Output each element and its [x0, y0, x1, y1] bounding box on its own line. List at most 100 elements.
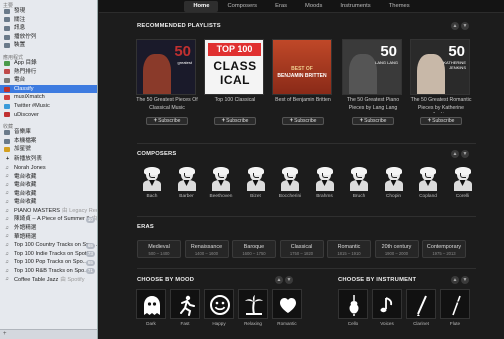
- era-button[interactable]: Baroque 1600 – 1750: [232, 240, 276, 258]
- chevron-down-icon[interactable]: ▼: [461, 150, 469, 158]
- sidebar-item[interactable]: 熱門排行: [0, 68, 97, 77]
- sidebar-item[interactable]: ♫ 華語精選: [0, 233, 97, 242]
- smiley-icon: [204, 289, 234, 319]
- composer-name: Barber: [179, 194, 194, 199]
- playlist-title[interactable]: The 50 Greatest Romantic Pieces by Kathe…: [410, 97, 472, 113]
- era-button[interactable]: Romantic 1815 – 1910: [327, 240, 371, 258]
- mood-tile[interactable]: Fast: [170, 289, 200, 326]
- subscribe-button[interactable]: +Subscribe: [282, 117, 324, 125]
- sidebar-item[interactable]: 裝置: [0, 41, 97, 50]
- sidebar-item[interactable]: ♫陳綺貞 – A Piece of Summer II由 ...10: [0, 215, 97, 224]
- subscribe-button[interactable]: +Subscribe: [352, 117, 394, 125]
- era-button[interactable]: Renaissance 1400 – 1600: [184, 240, 229, 258]
- playlist-title[interactable]: The 50 Greatest Piano Pieces by Lang Lan…: [342, 97, 404, 113]
- composer-item[interactable]: Barber: [171, 167, 203, 199]
- composer-item[interactable]: Bizet: [240, 167, 272, 199]
- sidebar-item[interactable]: ♫ 電台收藏: [0, 173, 97, 182]
- instrument-tile[interactable]: Clarinet: [406, 289, 436, 326]
- tab-home[interactable]: Home: [184, 1, 219, 12]
- mood-tile[interactable]: Happy: [204, 289, 234, 326]
- composer-item[interactable]: Beethoven: [205, 167, 237, 199]
- sidebar-item[interactable]: ♫ Coffee Table Jazz 由 Spotify: [0, 276, 97, 285]
- chevron-up-icon[interactable]: ▲: [451, 22, 459, 30]
- era-button[interactable]: Contemporary 1975 – 2013: [422, 240, 466, 258]
- chevron-up-icon[interactable]: ▲: [451, 276, 459, 284]
- sidebar-item[interactable]: ♫ 電台收藏: [0, 198, 97, 207]
- composer-item[interactable]: Chopin: [378, 167, 410, 199]
- sidebar-item[interactable]: 本機檔案: [0, 137, 97, 146]
- subscribe-button[interactable]: +Subscribe: [420, 117, 462, 125]
- playlist-card[interactable]: BEST OF BENJAMIN BRITTEN Best of Benjamin …: [272, 39, 334, 125]
- instrument-tile[interactable]: Voices: [372, 289, 402, 326]
- chevron-down-icon[interactable]: ▼: [461, 22, 469, 30]
- composer-item[interactable]: Bach: [136, 167, 168, 199]
- sidebar-item-label: App 目錄: [14, 59, 37, 66]
- sidebar-item[interactable]: ♫ 電台收藏: [0, 190, 97, 199]
- sidebar-item[interactable]: Classify: [0, 84, 97, 94]
- era-button[interactable]: Classical 1750 – 1820: [279, 240, 324, 258]
- playlist-card[interactable]: 50 KATHERINE JENKINS The 50 Greatest Roman…: [410, 39, 472, 125]
- sidebar-item[interactable]: ♫ Top 100 Country Tracks on Spo... 65: [0, 241, 97, 250]
- era-name: Renaissance: [190, 243, 223, 250]
- playlist-cover[interactable]: 50 KATHERINE JENKINS: [410, 39, 470, 95]
- sidebar-item[interactable]: 電台: [0, 76, 97, 85]
- sidebar-item[interactable]: 關注: [0, 16, 97, 25]
- composer-item[interactable]: Boccherini: [274, 167, 306, 199]
- sidebar-item[interactable]: ♫ Norah Jones: [0, 164, 97, 173]
- subscribe-button[interactable]: +Subscribe: [146, 117, 188, 125]
- playlist-cover[interactable]: TOP 100 CLASS ICAL: [204, 39, 264, 95]
- playlist-cover[interactable]: 50 LANG LANG: [342, 39, 402, 95]
- playlist-title[interactable]: Best of Benjamin Britten: [272, 97, 334, 113]
- chevron-down-icon[interactable]: ▼: [461, 276, 469, 284]
- sidebar-item[interactable]: ♫ 外語精選: [0, 224, 97, 233]
- add-icon[interactable]: +: [3, 331, 7, 337]
- sidebar-item-label: 華語精選: [14, 233, 37, 240]
- era-button[interactable]: Medieval 500 – 1400: [137, 240, 181, 258]
- playlist-title[interactable]: The 50 Greatest Pieces Of Classical Musi…: [136, 97, 198, 113]
- tab-themes[interactable]: Themes: [380, 1, 419, 12]
- playlist-card[interactable]: TOP 100 CLASS ICAL Top 100 Classical +Subsc…: [204, 39, 266, 125]
- sidebar-item[interactable]: musiXmatch: [0, 93, 97, 102]
- composer-item[interactable]: Bruch: [343, 167, 375, 199]
- sidebar-item[interactable]: App 目錄: [0, 59, 97, 68]
- sidebar-item[interactable]: 播放佇列: [0, 33, 97, 42]
- composer-name: Beethoven: [209, 194, 233, 199]
- tab-composers[interactable]: Composers: [218, 1, 266, 12]
- chevron-up-icon[interactable]: ▲: [451, 150, 459, 158]
- playlist-card[interactable]: 50 LANG LANG The 50 Greatest Piano Pieces …: [342, 39, 404, 125]
- tab-instruments[interactable]: Instruments: [331, 1, 379, 12]
- chevron-down-icon[interactable]: ▼: [285, 276, 293, 284]
- sidebar-item[interactable]: ♫ Top 100 Indie Tracks on Spotify 73: [0, 250, 97, 259]
- instrument-tile[interactable]: Cello: [338, 289, 368, 326]
- chevron-up-icon[interactable]: ▲: [275, 276, 283, 284]
- sidebar-item[interactable]: 發現: [0, 7, 97, 16]
- era-name: Baroque: [243, 243, 265, 250]
- sidebar-item[interactable]: ♫ Top 100 R&B Tracks on Spo... 71: [0, 267, 97, 276]
- composer-item[interactable]: Corelli: [447, 167, 479, 199]
- playlist-cover[interactable]: 50 greatest: [136, 39, 196, 95]
- tab-eras[interactable]: Eras: [266, 1, 296, 12]
- subscribe-button[interactable]: +Subscribe: [214, 117, 256, 125]
- composer-item[interactable]: Copland: [412, 167, 444, 199]
- sidebar-item[interactable]: 音樂庫: [0, 128, 97, 137]
- new-playlist-button[interactable]: + 新播放列表: [4, 155, 97, 163]
- composer-item[interactable]: Brahms: [309, 167, 341, 199]
- mood-tile[interactable]: Romantic: [272, 289, 302, 326]
- sidebar-item[interactable]: 訊息: [0, 24, 97, 33]
- sidebar-item[interactable]: Twitter #Music: [0, 102, 97, 111]
- composer-portrait-icon: [348, 167, 370, 191]
- playlist-card[interactable]: 50 greatest The 50 Greatest Pieces Of Clas…: [136, 39, 198, 125]
- instrument-nav: ▲ ▼: [451, 276, 471, 284]
- sidebar-item[interactable]: uDiscover: [0, 111, 97, 120]
- instrument-tile[interactable]: Flute: [440, 289, 470, 326]
- era-button[interactable]: 20th century 1900 – 2000: [374, 240, 419, 258]
- sidebar-item[interactable]: ♫ Top 100 Pop Tracks on Spo... 65: [0, 258, 97, 267]
- sidebar-item[interactable]: ♫ 電台收藏: [0, 181, 97, 190]
- sidebar-item[interactable]: 加星號: [0, 145, 97, 154]
- mood-tile[interactable]: Relaxing: [238, 289, 268, 326]
- playlist-cover[interactable]: BEST OF BENJAMIN BRITTEN: [272, 39, 332, 95]
- playlist-title[interactable]: Top 100 Classical: [204, 97, 266, 113]
- sidebar-item[interactable]: ♫ PIANO MASTERS由 Legacy Reco...: [0, 207, 97, 216]
- mood-tile[interactable]: Dark: [136, 289, 166, 326]
- tab-moods[interactable]: Moods: [296, 1, 331, 12]
